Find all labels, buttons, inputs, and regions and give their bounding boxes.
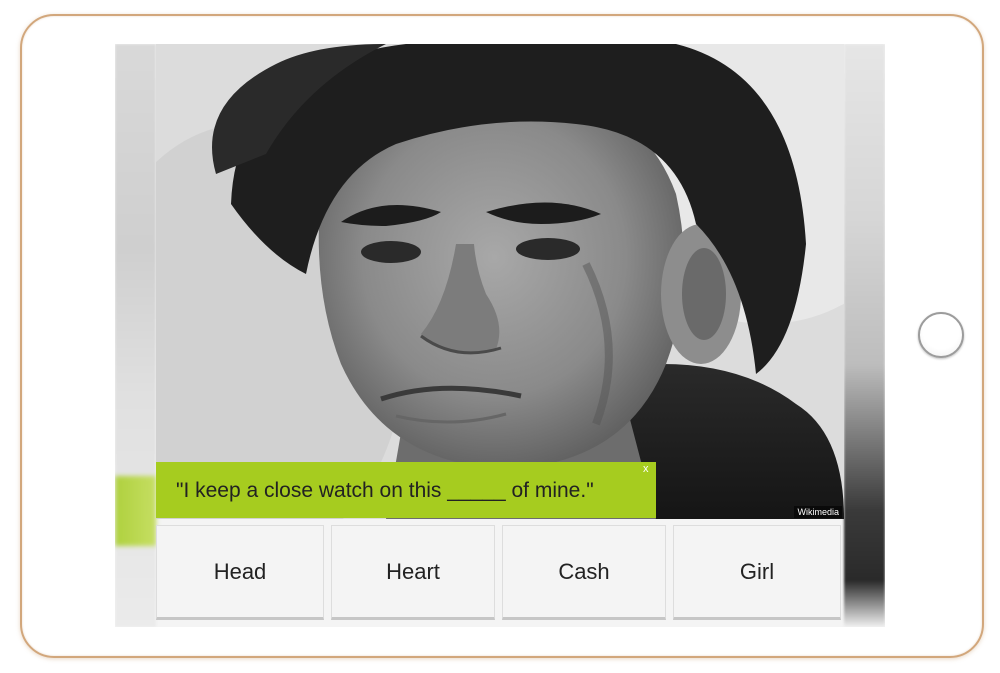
answer-option-girl[interactable]: Girl (673, 525, 841, 620)
answer-option-heart[interactable]: Heart (331, 525, 495, 620)
close-icon[interactable]: x (643, 464, 649, 475)
portrait-photo: Wikimedia (156, 44, 844, 519)
quiz-screen: Wikimedia "I keep a close watch on this … (115, 44, 885, 627)
photo-credit: Wikimedia (794, 506, 842, 518)
previous-slide-preview (115, 44, 156, 627)
answer-option-cash[interactable]: Cash (502, 525, 666, 620)
home-button[interactable] (918, 312, 964, 358)
next-slide-preview (844, 44, 885, 627)
question-banner: "I keep a close watch on this _____ of m… (156, 462, 656, 518)
answer-options: Head Heart Cash Girl (156, 525, 844, 622)
portrait-illustration (156, 44, 844, 519)
answer-option-head[interactable]: Head (156, 525, 324, 620)
question-text: "I keep a close watch on this _____ of m… (176, 479, 594, 502)
